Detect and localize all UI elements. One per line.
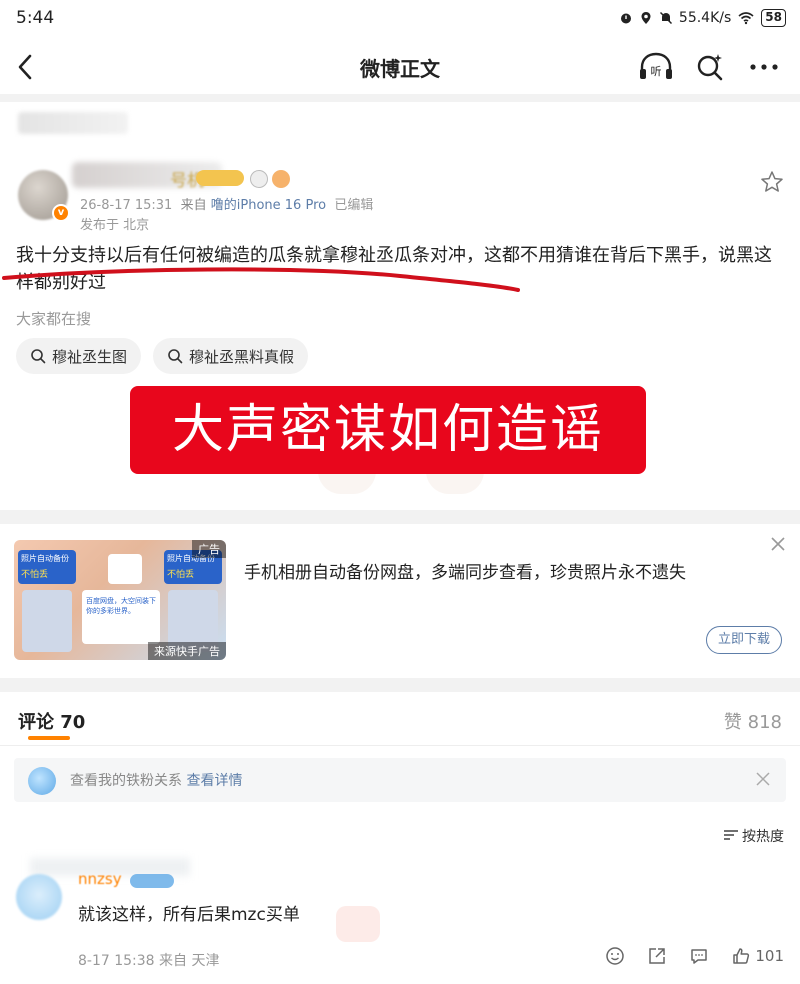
post-source-label: 来自 xyxy=(180,198,207,213)
comment-item: nnzsy 就该这样，所有后果mzc买单 8-17 15:38 来自 天津 10… xyxy=(0,858,800,984)
smiley-icon xyxy=(606,947,625,965)
ad-description[interactable]: 手机相册自动备份网盘，多端同步查看，珍贵照片永不遗失 xyxy=(244,558,686,583)
comment-meta: 8-17 15:38 来自 天津 xyxy=(78,953,220,969)
search-chip-label: 穆祉丞生图 xyxy=(52,347,128,366)
fan-relationship-text: 查看我的铁粉关系 查看详情 xyxy=(70,770,242,790)
like-button[interactable]: 101 xyxy=(731,946,784,966)
share-button[interactable] xyxy=(647,946,667,966)
ad-image-logo-icon xyxy=(108,554,142,584)
comment-actions: 101 xyxy=(605,946,784,966)
post-time: 26-8-17 15:31 xyxy=(80,198,173,213)
search-button[interactable] xyxy=(692,50,728,84)
active-tab-indicator xyxy=(28,736,70,740)
search-sparkle-icon xyxy=(697,54,723,81)
search-icon xyxy=(31,349,46,364)
commenter-avatar[interactable] xyxy=(16,874,62,920)
thumbs-up-icon xyxy=(733,948,750,964)
status-bar: 5:44 55.4K/s 58 xyxy=(0,0,800,40)
ad-source: 来源快手广告 xyxy=(148,642,226,660)
wifi-icon xyxy=(738,12,754,25)
comments-header: 评论 70 赞 818 xyxy=(0,692,800,746)
post-device[interactable]: 噜的iPhone 16 Pro xyxy=(211,198,326,213)
commenter-name[interactable]: nnzsy xyxy=(78,870,122,888)
view-details-link[interactable]: 查看详情 xyxy=(186,773,242,789)
overlay-caption-banner: 大声密谋如何造谣 xyxy=(130,386,646,474)
author-avatar[interactable]: v xyxy=(18,170,70,222)
close-icon[interactable] xyxy=(770,536,786,552)
divider xyxy=(0,678,800,692)
ad-image-text: 百度网盘，大空间装下你的多彩世界。 xyxy=(86,597,156,615)
search-chip-label: 穆祉丞黑料真假 xyxy=(189,347,295,366)
ad-image-panel: 照片自动备份 不怕丢 xyxy=(18,550,76,584)
like-count: 101 xyxy=(755,947,784,965)
fan-relationship-bar[interactable]: 查看我的铁粉关系 查看详情 xyxy=(14,758,786,802)
fan-level-badge-icon xyxy=(130,874,174,888)
listen-button[interactable]: 听 xyxy=(638,50,674,84)
ad-card[interactable]: 照片自动备份 不怕丢 百度网盘，大空间装下你的多彩世界。 照片自动备份 不怕丢 … xyxy=(0,524,800,678)
more-dots-icon xyxy=(750,64,778,70)
trending-search-label: 大家都在搜 xyxy=(16,310,92,328)
ad-image-text: 不怕丢 xyxy=(167,570,195,580)
nav-actions: 听 xyxy=(638,50,782,84)
post-body-text: 我十分支持以后有任何被编造的瓜条就拿穆祉丞瓜条对冲，这都不用猜谁在背后下黑手，说… xyxy=(16,245,772,293)
fan-diamond-icon xyxy=(28,767,56,795)
network-speed: 55.4K/s xyxy=(678,10,732,26)
divider xyxy=(0,510,800,524)
emoji-badge-icon xyxy=(250,170,268,188)
ad-image[interactable]: 照片自动备份 不怕丢 百度网盘，大空间装下你的多彩世界。 照片自动备份 不怕丢 … xyxy=(14,540,226,660)
post-location: 发布于 北京 xyxy=(80,218,150,233)
reply-button[interactable] xyxy=(689,946,709,966)
alarm-icon xyxy=(620,13,631,24)
top-navbar: 微博正文 听 xyxy=(0,40,800,94)
battery-indicator: 58 xyxy=(761,9,786,27)
emoji-badge-icon xyxy=(272,170,290,188)
ad-image-panel xyxy=(22,590,72,652)
sort-label: 按热度 xyxy=(742,829,784,845)
weibo-post: v 号机 26-8-17 15:31 来自 噜的iPhone 16 Pro 已编… xyxy=(0,148,800,510)
search-chip[interactable]: 穆祉丞黑料真假 xyxy=(153,338,309,374)
listen-label: 听 xyxy=(651,65,662,78)
post-edited[interactable]: 已编辑 xyxy=(334,198,373,213)
favorite-star-icon[interactable] xyxy=(760,170,784,194)
search-chip[interactable]: 穆祉丞生图 xyxy=(16,338,142,374)
divider xyxy=(0,94,800,102)
headphones-icon: 听 xyxy=(640,52,672,79)
more-button[interactable] xyxy=(746,50,782,84)
verified-badge-icon: v xyxy=(52,204,70,222)
search-icon xyxy=(168,349,183,364)
status-time: 5:44 xyxy=(16,8,55,28)
ad-image-panel: 百度网盘，大空间装下你的多彩世界。 xyxy=(82,590,160,644)
close-icon[interactable] xyxy=(756,772,770,786)
tab-likes[interactable]: 赞 818 xyxy=(724,708,782,734)
fan-text-label: 查看我的铁粉关系 xyxy=(70,773,182,789)
status-icons: 55.4K/s 58 xyxy=(619,9,786,27)
comment-icon xyxy=(691,949,708,964)
post-meta: 26-8-17 15:31 来自 噜的iPhone 16 Pro 已编辑 xyxy=(80,194,373,213)
location-icon xyxy=(641,12,651,24)
download-button[interactable]: 立即下载 xyxy=(706,626,782,654)
sort-by-hot-button[interactable]: 按热度 xyxy=(723,826,784,846)
ad-image-text: 不怕丢 xyxy=(21,570,49,580)
ad-image-text: 照片自动备份 xyxy=(21,554,69,563)
trending-search-chips: 穆祉丞生图 穆祉丞黑料真假 xyxy=(16,338,309,374)
share-icon xyxy=(649,948,666,964)
member-badge-icon xyxy=(196,170,244,186)
sticker-image xyxy=(336,906,380,942)
tab-comments[interactable]: 评论 70 xyxy=(18,708,85,734)
mute-icon xyxy=(659,11,672,25)
emoji-react-button[interactable] xyxy=(605,946,625,966)
blurred-header-text xyxy=(18,112,128,134)
ad-tag: 广告 xyxy=(192,540,226,558)
comment-text: 就该这样，所有后果mzc买单 xyxy=(78,905,300,925)
sort-icon xyxy=(723,830,738,840)
